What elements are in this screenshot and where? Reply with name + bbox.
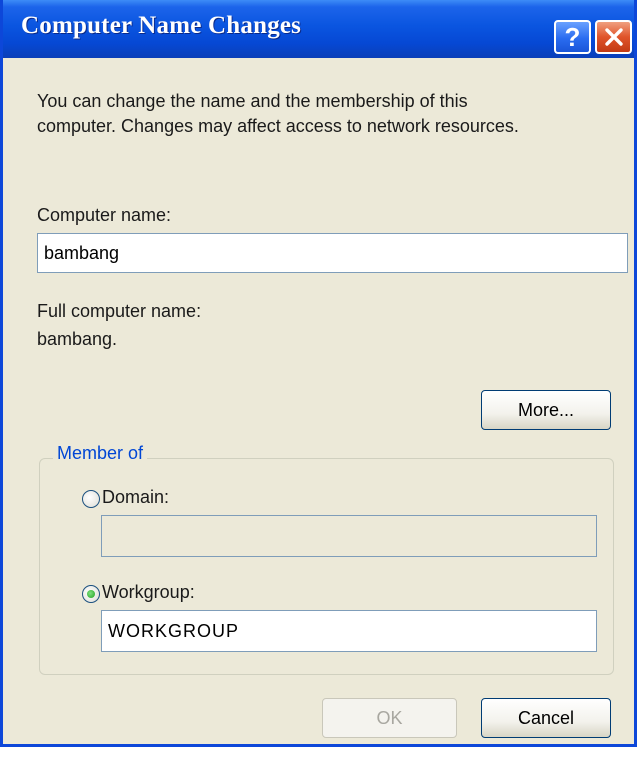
- domain-radio[interactable]: [82, 490, 100, 508]
- title-bar[interactable]: Computer Name Changes ?: [3, 0, 634, 58]
- domain-label[interactable]: Domain:: [102, 487, 169, 508]
- description-line-1: You can change the name and the membersh…: [37, 91, 468, 111]
- more-button[interactable]: More...: [481, 390, 611, 430]
- workgroup-label[interactable]: Workgroup:: [102, 582, 195, 603]
- full-computer-name-value: bambang.: [37, 329, 118, 349]
- help-icon: ?: [564, 22, 581, 52]
- computer-name-label: Computer name:: [37, 205, 172, 225]
- full-computer-name-label: Full computer name:: [37, 301, 202, 321]
- close-button[interactable]: [595, 20, 632, 54]
- description-line-2: computer. Changes may affect access to n…: [37, 116, 519, 136]
- computer-name-input[interactable]: bambang: [37, 233, 628, 273]
- member-of-legend: Member of: [53, 443, 148, 464]
- dialog-window: Computer Name Changes ? You can change t…: [0, 0, 637, 747]
- window-title: Computer Name Changes: [21, 12, 302, 39]
- help-button[interactable]: ?: [554, 20, 591, 54]
- close-icon: [604, 28, 623, 46]
- domain-input[interactable]: [101, 515, 597, 557]
- workgroup-input[interactable]: WORKGROUP: [101, 610, 597, 652]
- radio-selected-dot: [87, 590, 95, 598]
- dialog-content: You can change the name and the membersh…: [3, 58, 634, 744]
- cancel-button[interactable]: Cancel: [481, 698, 611, 738]
- ok-button[interactable]: OK: [322, 698, 457, 738]
- workgroup-radio[interactable]: [82, 585, 100, 603]
